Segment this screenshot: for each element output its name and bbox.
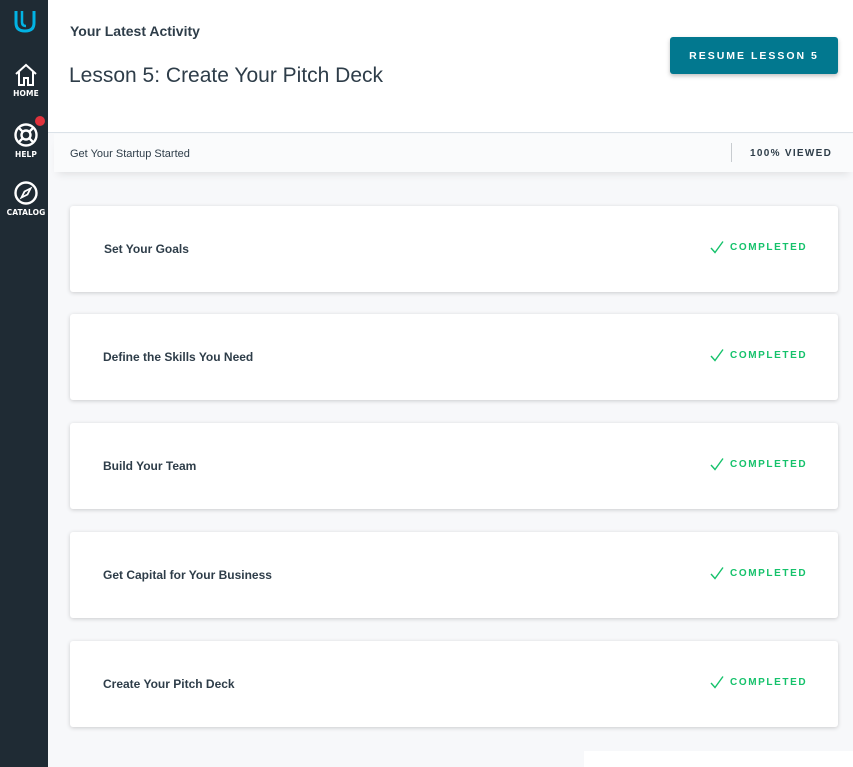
compass-icon xyxy=(14,181,38,205)
notification-dot xyxy=(35,116,45,126)
nav-catalog-label: CATALOG xyxy=(6,208,46,217)
sidebar: HOME HELP CATALOG xyxy=(0,0,48,767)
status-label: COMPLETED xyxy=(730,349,808,361)
completed-status: COMPLETED xyxy=(710,566,807,580)
nav-catalog[interactable]: CATALOG xyxy=(0,180,52,217)
lesson-title: Set Your Goals xyxy=(104,242,189,256)
udacity-logo-icon[interactable] xyxy=(11,7,39,35)
lesson-title: Get Capital for Your Business xyxy=(103,568,272,582)
status-label: COMPLETED xyxy=(730,241,808,253)
activity-label: Your Latest Activity xyxy=(70,23,200,39)
lesson-title: Define the Skills You Need xyxy=(103,350,254,364)
lesson-card[interactable]: Build Your Team COMPLETED xyxy=(70,423,838,509)
check-icon xyxy=(710,458,724,471)
lesson-card[interactable]: Define the Skills You Need COMPLETED xyxy=(70,314,838,400)
nav-help[interactable]: HELP xyxy=(0,116,52,159)
lesson-card[interactable]: Create Your Pitch Deck COMPLETED xyxy=(70,641,838,727)
nav-home-label: HOME xyxy=(13,89,39,98)
nav-help-label: HELP xyxy=(14,150,38,159)
course-progress-bar: Get Your Startup Started 100% VIEWED xyxy=(54,134,853,172)
completed-status: COMPLETED xyxy=(710,457,807,471)
course-name[interactable]: Get Your Startup Started xyxy=(70,148,190,160)
check-icon xyxy=(710,676,724,689)
status-label: COMPLETED xyxy=(730,676,808,688)
check-icon xyxy=(710,567,724,580)
viewed-percentage: 100% VIEWED xyxy=(750,148,833,159)
footer-edge xyxy=(584,751,853,767)
activity-header: Your Latest Activity Lesson 5: Create Yo… xyxy=(48,0,853,133)
resume-lesson-button[interactable]: RESUME LESSON 5 xyxy=(670,37,838,74)
completed-status: COMPLETED xyxy=(710,240,807,254)
lesson-title: Lesson 5: Create Your Pitch Deck xyxy=(69,64,384,87)
status-label: COMPLETED xyxy=(730,458,808,470)
status-label: COMPLETED xyxy=(730,567,808,579)
lifebuoy-icon xyxy=(14,123,38,147)
divider xyxy=(731,143,732,162)
nav-home[interactable]: HOME xyxy=(0,63,52,98)
lesson-card[interactable]: Set Your Goals COMPLETED xyxy=(70,206,838,292)
lesson-title: Build Your Team xyxy=(103,459,197,473)
check-icon xyxy=(710,241,724,254)
home-icon xyxy=(15,63,37,86)
check-icon xyxy=(710,349,724,362)
lesson-title: Create Your Pitch Deck xyxy=(103,677,235,691)
lesson-card[interactable]: Get Capital for Your Business COMPLETED xyxy=(70,532,838,618)
completed-status: COMPLETED xyxy=(710,348,807,362)
completed-status: COMPLETED xyxy=(710,675,807,689)
